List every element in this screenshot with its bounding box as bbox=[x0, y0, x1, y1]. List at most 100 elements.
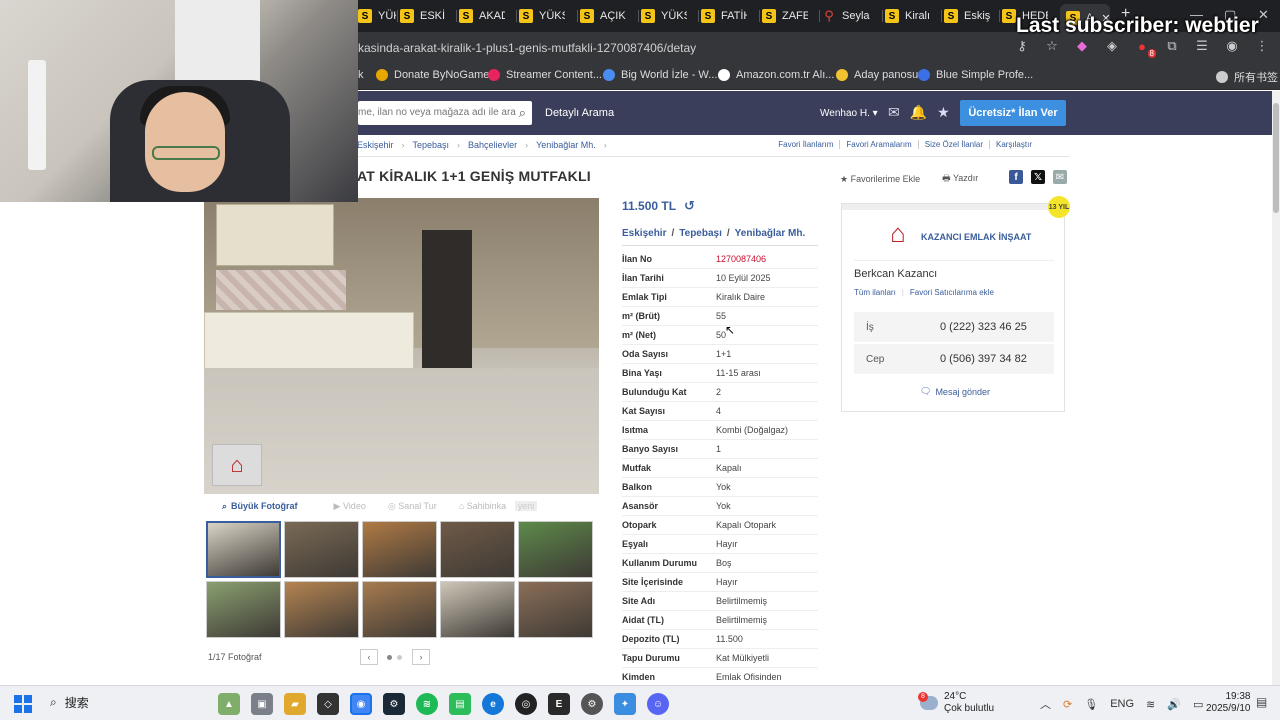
pager-dot[interactable] bbox=[387, 655, 392, 660]
phone-mobile[interactable]: Cep 0 (506) 397 34 82 bbox=[854, 344, 1054, 374]
discord-icon[interactable]: ☺ bbox=[647, 693, 669, 715]
task-view-icon[interactable]: ▣ bbox=[251, 693, 273, 715]
browser-tab[interactable]: ⚲ Seyla bbox=[822, 6, 870, 26]
location-link[interactable]: Yenibağlar Mh. bbox=[735, 228, 806, 239]
browser-tab[interactable]: S Eskişe bbox=[944, 6, 990, 26]
tray-app-icon[interactable]: ⟳ bbox=[1063, 698, 1072, 711]
price-history-icon[interactable]: ↺ bbox=[684, 198, 695, 214]
browser-tab[interactable]: S AÇIKÖ bbox=[580, 6, 626, 26]
chrome-icon[interactable]: ◉ bbox=[350, 693, 372, 715]
bookmark-item[interactable]: Aday panosu bbox=[836, 69, 918, 81]
map-button[interactable]: ⌂ Sahibinka yeni bbox=[459, 501, 538, 511]
photo-thumbnail[interactable] bbox=[284, 521, 359, 578]
extension-icon[interactable]: ◈ bbox=[1104, 38, 1120, 54]
microphone-icon[interactable]: 🎙 bbox=[1084, 698, 1098, 711]
photo-thumbnail[interactable] bbox=[206, 521, 281, 578]
mail-icon[interactable]: ✉ bbox=[1053, 170, 1067, 184]
star-icon[interactable]: ★ bbox=[937, 104, 950, 121]
virtual-tour-button[interactable]: ◎ Sanal Tur bbox=[388, 501, 437, 512]
taskbar-search[interactable]: ⌕ 搜索 bbox=[50, 694, 89, 711]
weather-widget[interactable]: 8 24°C Çok bulutlu bbox=[918, 691, 994, 715]
phone-work[interactable]: İş 0 (222) 323 46 25 bbox=[854, 312, 1054, 342]
top-link[interactable]: Size Özel İlanlar bbox=[917, 140, 989, 149]
bookmark-item[interactable]: Donate ByNoGame bbox=[376, 69, 489, 81]
bookmark-item[interactable]: Blue Simple Profe... bbox=[918, 69, 1033, 81]
volume-icon[interactable]: 🔊 bbox=[1167, 698, 1181, 711]
reading-list-icon[interactable]: ☰ bbox=[1194, 38, 1210, 54]
post-listing-button[interactable]: Ücretsiz* İlan Ver bbox=[960, 100, 1066, 126]
wifi-icon[interactable]: ≋ bbox=[1146, 698, 1155, 711]
photo-thumbnail[interactable] bbox=[206, 581, 281, 638]
obs-icon[interactable]: ◎ bbox=[515, 693, 537, 715]
bell-icon[interactable]: 🔔 bbox=[910, 104, 927, 121]
windows-start-icon[interactable] bbox=[14, 695, 32, 713]
spotify-icon[interactable]: ≋ bbox=[416, 693, 438, 715]
facebook-icon[interactable]: f bbox=[1009, 170, 1023, 184]
notification-icon[interactable]: ▤ bbox=[1256, 695, 1267, 709]
send-message-link[interactable]: 🗨 Mesaj gönder bbox=[920, 386, 990, 397]
all-listings-link[interactable]: Tüm ilanları bbox=[854, 288, 896, 297]
top-link[interactable]: Favori Aramalarım bbox=[839, 140, 917, 149]
prev-photo-button[interactable]: ‹ bbox=[360, 649, 378, 665]
seller-company[interactable]: KAZANCI EMLAK İNŞAAT bbox=[921, 232, 1031, 242]
browser-tab[interactable]: S YÜKSI bbox=[641, 6, 687, 26]
user-menu[interactable]: Wenhao H. ▾ bbox=[820, 108, 878, 119]
browser-tab[interactable]: S Kiralı bbox=[885, 6, 931, 26]
bookmark-star-icon[interactable]: ☆ bbox=[1044, 38, 1060, 54]
photo-thumbnail[interactable] bbox=[284, 581, 359, 638]
menu-kebab-icon[interactable]: ⋮ bbox=[1254, 38, 1270, 54]
bookmark-item[interactable]: Big World İzle - W... bbox=[603, 69, 717, 81]
location-link[interactable]: Tepebaşı bbox=[679, 228, 722, 239]
site-search-input[interactable]: me, ilan no veya mağaza adı ile ara ⌕ bbox=[358, 101, 532, 125]
epic-games-icon[interactable]: E bbox=[548, 693, 570, 715]
bookmark-item[interactable]: Streamer Content... bbox=[488, 69, 602, 81]
app-icon[interactable]: ◇ bbox=[317, 693, 339, 715]
scrollbar-thumb[interactable] bbox=[1273, 103, 1279, 213]
next-photo-button[interactable]: › bbox=[412, 649, 430, 665]
page-scrollbar[interactable] bbox=[1272, 91, 1280, 685]
search-icon[interactable]: ⌕ bbox=[519, 105, 526, 121]
bookmark-item[interactable]: Amazon.com.tr Alı... bbox=[718, 69, 834, 81]
settings-icon[interactable]: ⚙ bbox=[581, 693, 603, 715]
photo-thumbnail[interactable] bbox=[440, 521, 515, 578]
favorite-seller-link[interactable]: Favori Satıcılarıma ekle bbox=[910, 288, 994, 297]
photo-thumbnail[interactable] bbox=[362, 521, 437, 578]
language-indicator[interactable]: ENG bbox=[1110, 698, 1134, 710]
pager-dot[interactable] bbox=[397, 655, 402, 660]
extensions-puzzle-icon[interactable]: ⧉ bbox=[1164, 38, 1180, 54]
extension-badge-icon[interactable]: ● 8 bbox=[1134, 39, 1156, 58]
photo-thumbnail[interactable] bbox=[518, 521, 593, 578]
top-link[interactable]: Favori İlanlarım bbox=[772, 140, 839, 149]
seller-logo-icon[interactable]: ⌂ bbox=[878, 218, 918, 252]
browser-tab[interactable]: S FATİH bbox=[701, 6, 747, 26]
breadcrumb-item[interactable]: Yenibağlar Mh. bbox=[536, 140, 596, 150]
envelope-icon[interactable]: ✉ bbox=[888, 104, 900, 121]
battery-icon[interactable]: ▭ bbox=[1193, 698, 1203, 711]
url-text[interactable]: kasinda-arakat-kiralik-1-plus1-genis-mut… bbox=[358, 41, 696, 55]
top-link[interactable]: Karşılaştır bbox=[988, 140, 1038, 149]
steam-icon[interactable]: ⚙ bbox=[383, 693, 405, 715]
breadcrumb-item[interactable]: Eskişehir bbox=[357, 140, 394, 150]
print-link[interactable]: 🖶 Yazdır bbox=[942, 171, 978, 187]
photo-thumbnail[interactable] bbox=[518, 581, 593, 638]
file-explorer-icon[interactable]: ▰ bbox=[284, 693, 306, 715]
browser-tab[interactable]: S AKAD bbox=[459, 6, 505, 26]
breadcrumb-item[interactable]: Tepebaşı bbox=[413, 140, 450, 150]
photo-thumbnail[interactable] bbox=[440, 581, 515, 638]
x-icon[interactable]: 𝕏 bbox=[1031, 170, 1045, 184]
bookmark-item[interactable]: 所有书签 bbox=[1216, 69, 1278, 85]
browser-tab[interactable]: S YÜKSI bbox=[519, 6, 565, 26]
edge-icon[interactable]: e bbox=[482, 693, 504, 715]
chevron-up-icon[interactable]: ︿ bbox=[1040, 696, 1051, 712]
breadcrumb-item[interactable]: Bahçelievler bbox=[468, 140, 517, 150]
browser-tab[interactable]: S ZAFEI bbox=[762, 6, 808, 26]
extension-icon[interactable]: ◆ bbox=[1074, 38, 1090, 54]
detailed-search-link[interactable]: Detaylı Arama bbox=[545, 107, 614, 119]
password-key-icon[interactable]: ⚷ bbox=[1014, 38, 1030, 54]
add-favorite-link[interactable]: ★ Favorilerime Ekle bbox=[840, 174, 920, 185]
photo-thumbnail[interactable] bbox=[362, 581, 437, 638]
app-icon[interactable]: ✦ bbox=[614, 693, 636, 715]
bookmark-item[interactable]: k bbox=[358, 69, 364, 81]
profile-avatar-icon[interactable]: ◉ bbox=[1224, 38, 1240, 54]
chat-app-icon[interactable]: ▤ bbox=[449, 693, 471, 715]
